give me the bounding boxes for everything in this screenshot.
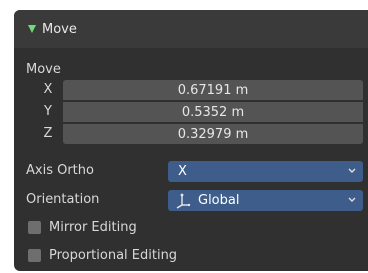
proportional-editing-label: Proportional Editing bbox=[49, 248, 178, 263]
axis-z-label: Z bbox=[43, 126, 53, 141]
axis-y-label: Y bbox=[44, 104, 52, 119]
chevron-down-icon bbox=[348, 197, 356, 202]
orientation-label: Orientation bbox=[26, 192, 100, 207]
axis-ortho-value: X bbox=[178, 164, 187, 179]
panel-title: Move bbox=[42, 21, 77, 37]
mirror-editing-label: Mirror Editing bbox=[49, 220, 137, 235]
move-x-field[interactable]: 0.67191 m bbox=[63, 80, 363, 100]
move-y-value: 0.5352 m bbox=[181, 104, 245, 120]
orientation-value: Global bbox=[198, 193, 240, 208]
chevron-down-icon bbox=[348, 168, 356, 173]
move-z-value: 0.32979 m bbox=[177, 126, 249, 142]
transform-axes-icon bbox=[176, 193, 191, 209]
proportional-editing-row[interactable]: Proportional Editing bbox=[28, 248, 177, 263]
axis-ortho-label: Axis Ortho bbox=[26, 163, 94, 178]
move-x-value: 0.67191 m bbox=[177, 82, 249, 98]
move-panel: Move Move X 0.67191 m Y 0.5352 m Z 0.329… bbox=[14, 10, 368, 271]
move-y-field[interactable]: 0.5352 m bbox=[63, 102, 363, 122]
mirror-editing-checkbox[interactable] bbox=[28, 221, 41, 234]
panel-header[interactable]: Move bbox=[14, 10, 368, 48]
orientation-dropdown[interactable]: Global bbox=[168, 190, 363, 211]
axis-x-label: X bbox=[43, 82, 53, 97]
axis-ortho-dropdown[interactable]: X bbox=[168, 161, 363, 182]
section-label: Move bbox=[26, 62, 61, 77]
move-z-field[interactable]: 0.32979 m bbox=[63, 124, 363, 144]
proportional-editing-checkbox[interactable] bbox=[28, 249, 41, 262]
mirror-editing-row[interactable]: Mirror Editing bbox=[28, 220, 137, 235]
collapse-triangle-icon[interactable] bbox=[28, 25, 36, 33]
